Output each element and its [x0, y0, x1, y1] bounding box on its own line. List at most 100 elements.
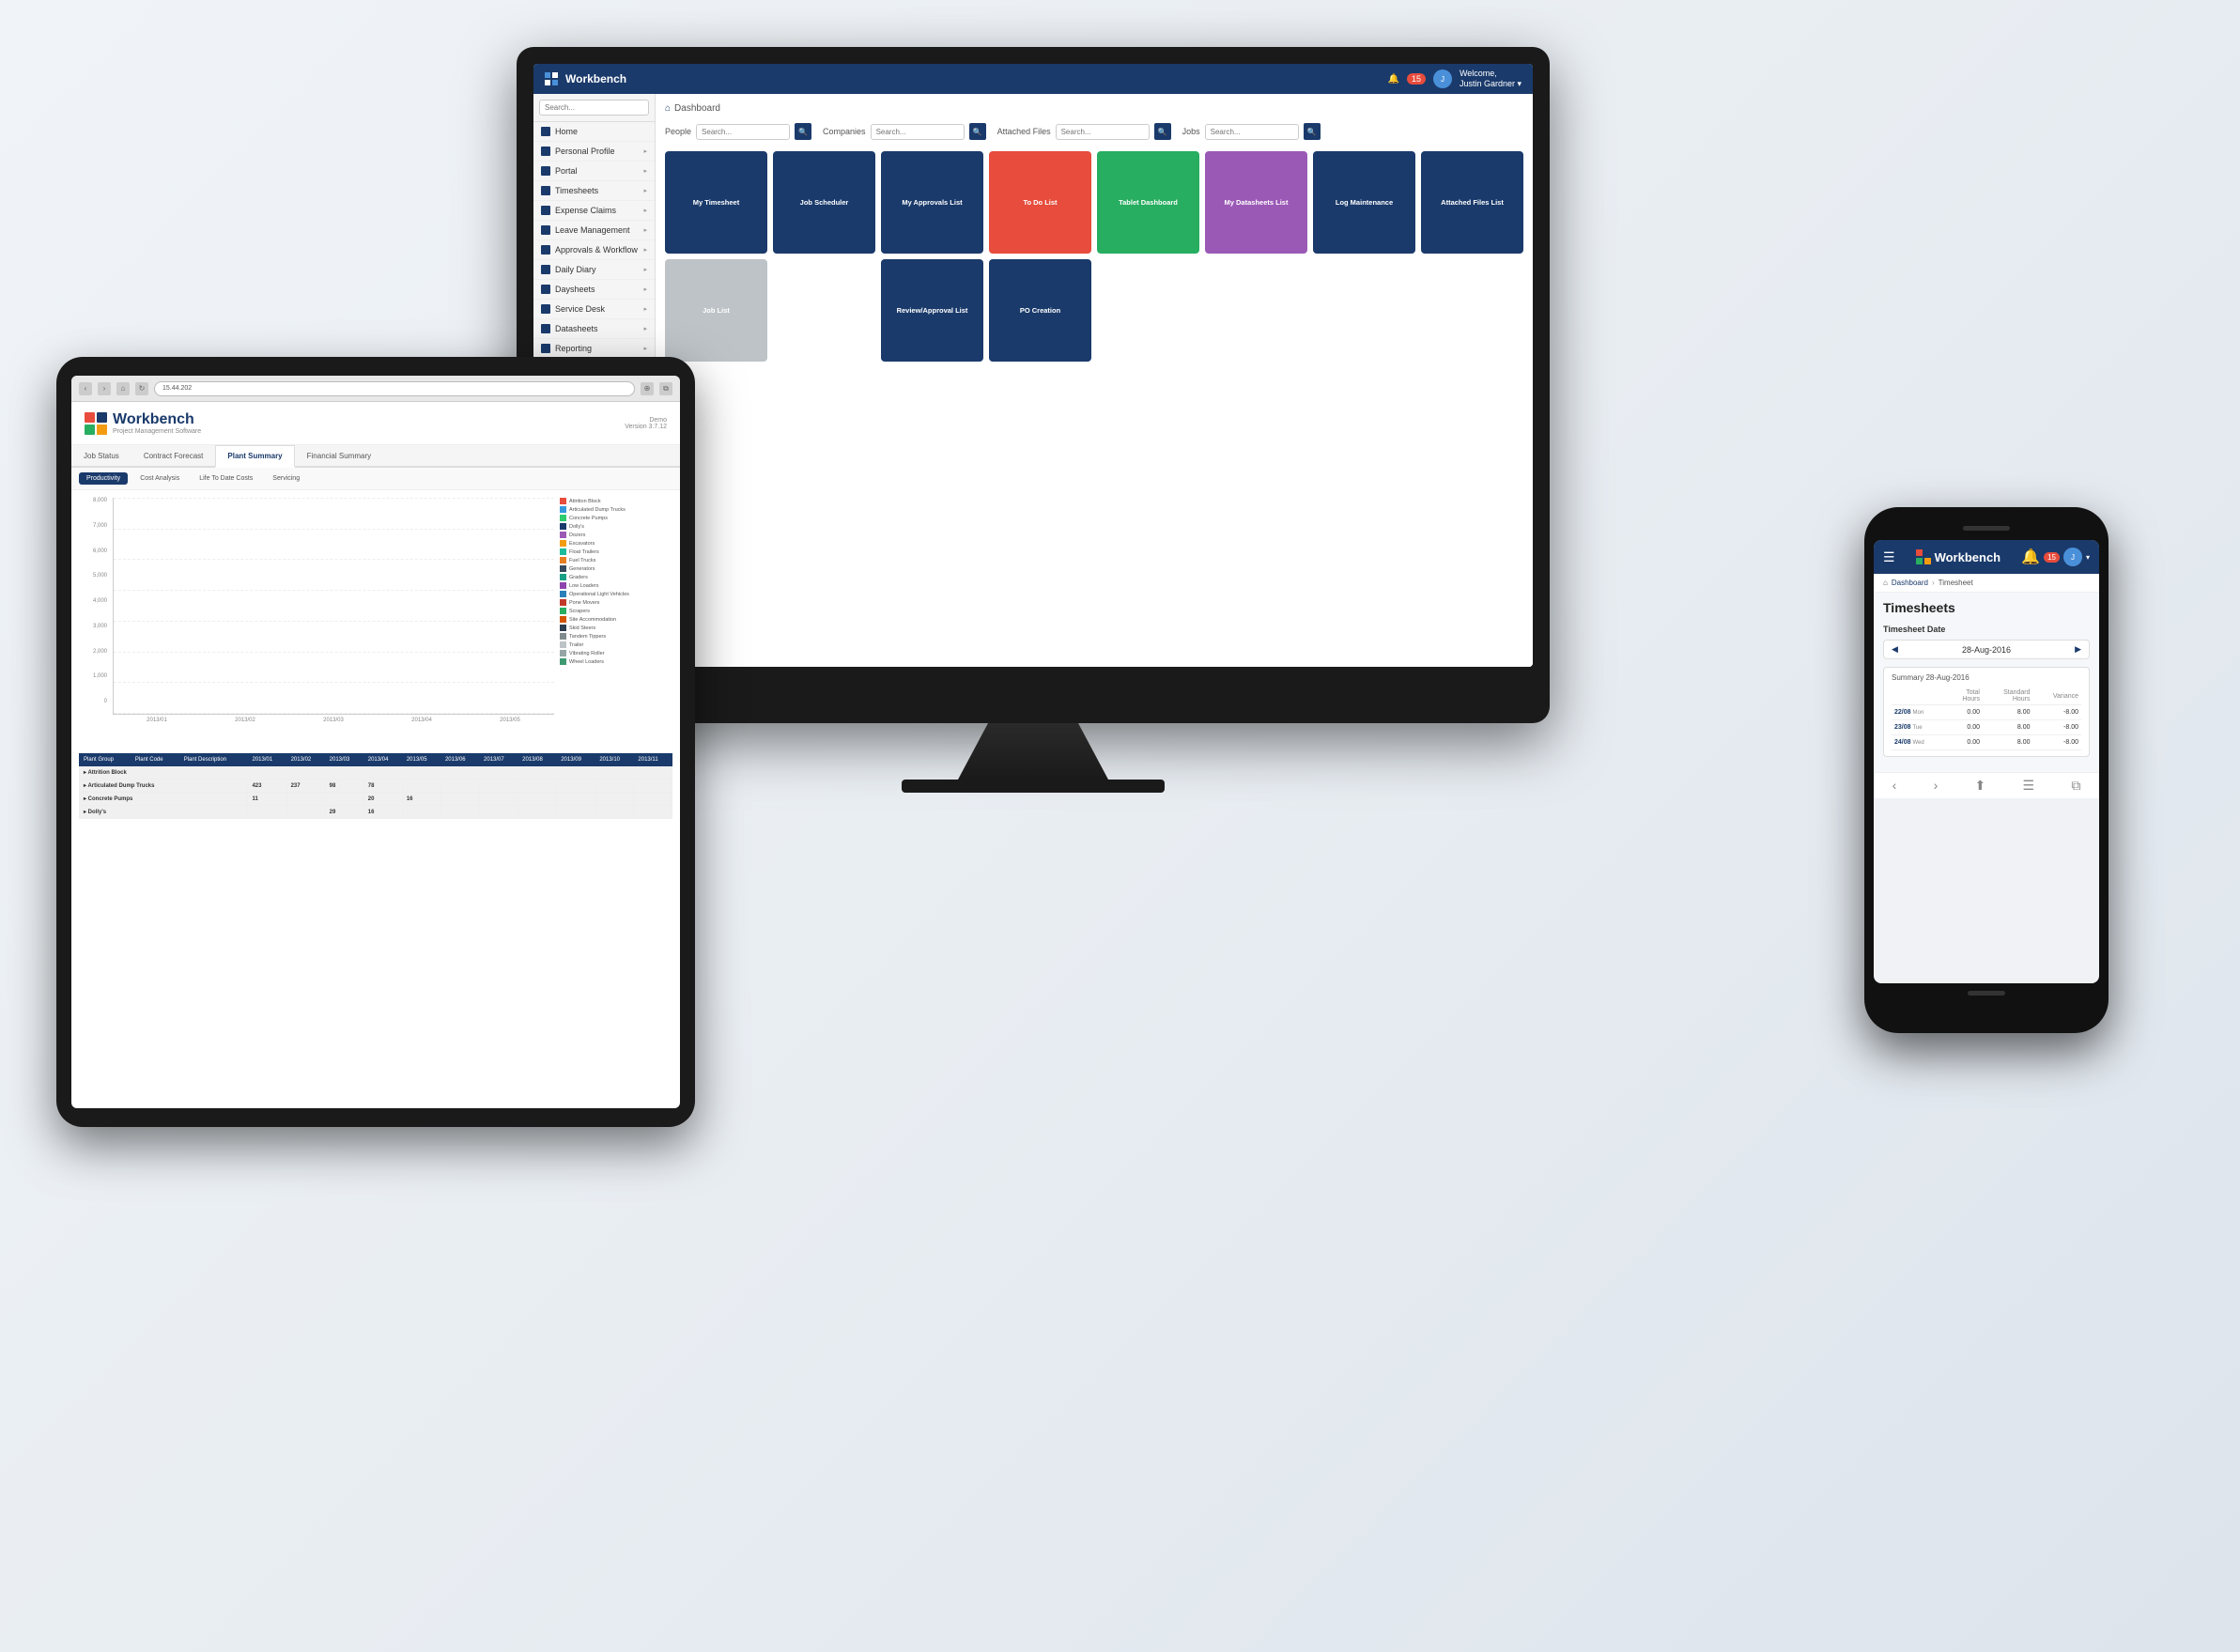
- legend-attrition-block: Attrition Block: [560, 498, 672, 504]
- files-search-input[interactable]: [1056, 124, 1150, 140]
- sub-tab-servicing[interactable]: Servicing: [265, 472, 307, 485]
- tile-to-do-list[interactable]: To Do List: [989, 151, 1091, 254]
- breadcrumb: ⌂ Dashboard: [665, 103, 1523, 114]
- phone-user-avatar[interactable]: J: [2063, 548, 2082, 566]
- table-row: ▸ Articulated Dump Trucks 423 237 98 78: [80, 780, 672, 793]
- tile-po-creation[interactable]: PO Creation: [989, 259, 1091, 362]
- tile-approvals-list[interactable]: My Approvals List: [881, 151, 983, 254]
- date-input-row[interactable]: ◀ 28-Aug-2016 ▶: [1883, 640, 2090, 659]
- sub-tab-cost-analysis[interactable]: Cost Analysis: [132, 472, 187, 485]
- tile-empty-2: [1097, 259, 1199, 362]
- files-search-button[interactable]: 🔍: [1154, 123, 1171, 140]
- sidebar-label-diary: Daily Diary: [555, 265, 596, 274]
- tile-tablet-dashboard[interactable]: Tablet Dashboard: [1097, 151, 1199, 254]
- reporting-icon: [541, 344, 550, 353]
- sidebar-item-portal[interactable]: Portal ▸: [533, 162, 655, 181]
- nav-back-button[interactable]: ‹: [1892, 778, 1897, 794]
- date-prev-button[interactable]: ◀: [1892, 644, 1898, 655]
- tile-job-list[interactable]: Job List: [665, 259, 767, 362]
- tablet-nav-tabs: Job Status Contract Forecast Plant Summa…: [71, 445, 680, 468]
- companies-search-button[interactable]: 🔍: [969, 123, 986, 140]
- tab-financial-summary[interactable]: Financial Summary: [295, 445, 383, 466]
- jobs-search-label: Jobs: [1182, 127, 1200, 136]
- tab-job-status[interactable]: Job Status: [71, 445, 131, 466]
- home-icon: [541, 127, 550, 136]
- sidebar-item-datasheets[interactable]: Datasheets ▸: [533, 319, 655, 339]
- hamburger-icon[interactable]: ☰: [1883, 549, 1895, 565]
- sub-tab-life-to-date[interactable]: Life To Date Costs: [192, 472, 260, 485]
- sidebar-item-approvals[interactable]: Approvals & Workflow ▸: [533, 240, 655, 260]
- chart-legend: Attrition Block Articulated Dump Trucks …: [560, 498, 672, 723]
- people-search-input[interactable]: [696, 124, 790, 140]
- tile-log-maintenance[interactable]: Log Maintenance: [1313, 151, 1415, 254]
- tab-contract-forecast[interactable]: Contract Forecast: [131, 445, 216, 466]
- files-search-label: Attached Files: [997, 127, 1051, 136]
- sidebar-label-approvals: Approvals & Workflow: [555, 245, 638, 255]
- jobs-search-button[interactable]: 🔍: [1304, 123, 1321, 140]
- home-breadcrumb-icon: ⌂: [665, 103, 671, 114]
- legend-low-loaders: Low Loaders: [560, 582, 672, 589]
- phone-breadcrumb: ⌂ Dashboard › Timesheet: [1874, 574, 2099, 593]
- phone-screen: ☰ Workbench 🔔 15 J ▾: [1874, 540, 2099, 983]
- share-button[interactable]: ⊕: [641, 382, 654, 395]
- chevron-right-icon: ▸: [643, 167, 647, 175]
- sidebar-label-expense: Expense Claims: [555, 206, 616, 215]
- bell-icon: 🔔: [1387, 74, 1398, 85]
- jobs-search-input[interactable]: [1205, 124, 1299, 140]
- legend-pone-movers: Pone Movers: [560, 599, 672, 606]
- tile-job-scheduler[interactable]: Job Scheduler: [773, 151, 875, 254]
- forward-button[interactable]: ›: [98, 382, 111, 395]
- tile-attached-files[interactable]: Attached Files List: [1421, 151, 1523, 254]
- phone-home-button[interactable]: [1968, 991, 2005, 996]
- notification-badge: 15: [1407, 73, 1426, 85]
- back-button[interactable]: ‹: [79, 382, 92, 395]
- sidebar-item-home[interactable]: Home: [533, 122, 655, 142]
- timesheet-row: 22/08 Mon 0.00 8.00 -8.00: [1892, 705, 2081, 720]
- phone-app-header: ☰ Workbench 🔔 15 J ▾: [1874, 540, 2099, 574]
- sidebar-item-expense-claims[interactable]: Expense Claims ▸: [533, 201, 655, 221]
- phone-dropdown-arrow[interactable]: ▾: [2086, 553, 2090, 562]
- tile-my-timesheet[interactable]: My Timesheet: [665, 151, 767, 254]
- nav-tabs-button[interactable]: ⧉: [2071, 778, 2080, 794]
- refresh-button[interactable]: ↻: [135, 382, 148, 395]
- legend-scrapers: Scrapers: [560, 608, 672, 614]
- companies-search-group: Companies 🔍: [823, 123, 986, 140]
- sidebar-item-personal-profile[interactable]: Personal Profile ▸: [533, 142, 655, 162]
- th-2013-02: 2013/02: [286, 754, 325, 766]
- sidebar-search[interactable]: [533, 94, 655, 122]
- sidebar-search-input[interactable]: [539, 100, 649, 116]
- leave-icon: [541, 225, 550, 235]
- companies-search-input[interactable]: [871, 124, 965, 140]
- sidebar-item-daysheets[interactable]: Daysheets ▸: [533, 280, 655, 300]
- y-axis: 8,000 7,000 6,000 5,000 4,000 3,000 2,00…: [79, 498, 107, 723]
- th-variance: Variance: [2033, 687, 2082, 705]
- url-bar[interactable]: 15.44.202: [154, 381, 635, 396]
- nav-forward-button[interactable]: ›: [1934, 778, 1939, 794]
- tile-my-datasheets[interactable]: My Datasheets List: [1205, 151, 1307, 254]
- browser-bar: ‹ › ⌂ ↻ 15.44.202 ⊕ ⧉: [71, 376, 680, 402]
- date-next-button[interactable]: ▶: [2075, 644, 2081, 655]
- phone-notification-badge: 15: [2044, 552, 2060, 563]
- sidebar-item-service-desk[interactable]: Service Desk ▸: [533, 300, 655, 319]
- people-search-button[interactable]: 🔍: [795, 123, 811, 140]
- th-2013-05: 2013/05: [402, 754, 440, 766]
- sidebar-item-leave[interactable]: Leave Management ▸: [533, 221, 655, 240]
- sidebar-item-timesheets[interactable]: Timesheets ▸: [533, 181, 655, 201]
- tabs-button[interactable]: ⧉: [659, 382, 672, 395]
- nav-share-button[interactable]: ⬆: [1975, 778, 1986, 794]
- phone-logo-grid-icon: [1916, 549, 1931, 564]
- nav-bookmarks-button[interactable]: ☰: [2023, 778, 2035, 794]
- home-browser-button[interactable]: ⌂: [116, 382, 130, 395]
- phone-breadcrumb-home[interactable]: Dashboard: [1892, 579, 1928, 587]
- chevron-right-icon: ▸: [643, 286, 647, 293]
- th-plant-code: Plant Code: [131, 754, 179, 766]
- tab-plant-summary[interactable]: Plant Summary: [215, 445, 294, 468]
- legend-excavators: Excavators: [560, 540, 672, 547]
- data-table-area: Plant Group Plant Code Plant Description…: [71, 753, 680, 819]
- user-avatar[interactable]: J: [1433, 69, 1452, 88]
- sidebar-item-reporting[interactable]: Reporting ▸: [533, 339, 655, 359]
- sidebar-item-daily-diary[interactable]: Daily Diary ▸: [533, 260, 655, 280]
- tile-review-approval[interactable]: Review/Approval List: [881, 259, 983, 362]
- legend-site-accommodation: Site Accommodation: [560, 616, 672, 623]
- sub-tab-productivity[interactable]: Productivity: [79, 472, 128, 485]
